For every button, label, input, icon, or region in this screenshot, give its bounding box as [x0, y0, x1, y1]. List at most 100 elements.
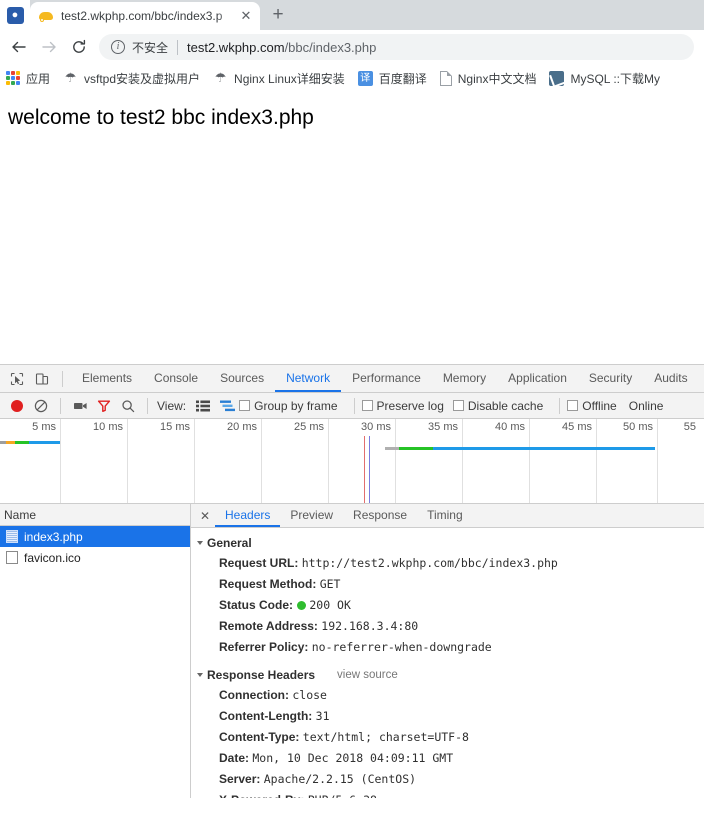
checkbox-group-by-frame[interactable]: Group by frame — [239, 399, 338, 413]
request-name: favicon.ico — [24, 550, 81, 565]
checkbox[interactable] — [361, 400, 373, 411]
tab-preview[interactable]: Preview — [280, 504, 343, 527]
bookmark-apps[interactable]: 应用 — [6, 70, 50, 87]
waterfall-bar — [0, 447, 704, 450]
reload-icon[interactable] — [64, 32, 94, 62]
section-general: General Request URL: http://test2.wkphp.… — [191, 534, 704, 658]
section-header[interactable]: General — [191, 534, 704, 553]
close-icon[interactable]: ✕ — [195, 505, 215, 527]
tab-security[interactable]: Security — [578, 365, 643, 392]
timeline-gridline — [127, 419, 128, 503]
tab-elements[interactable]: Elements — [71, 365, 143, 392]
bookmark-nginx-docs[interactable]: Nginx中文文档 — [439, 70, 536, 87]
waterfall-view-icon[interactable] — [215, 394, 239, 418]
header-row: Content-Length: 31 — [191, 706, 704, 727]
address-bar[interactable]: i 不安全 test2.wkphp.com/bbc/index3.php — [99, 34, 694, 60]
tab-network[interactable]: Network — [275, 365, 341, 392]
header-key: Remote Address: — [219, 619, 318, 633]
checkbox-offline[interactable]: Offline — [567, 399, 617, 413]
devtools-tab-bar: Elements Console Sources Network Perform… — [0, 365, 704, 393]
forward-arrow-icon[interactable] — [34, 32, 64, 62]
tab-timing[interactable]: Timing — [417, 504, 473, 527]
chevron-down-icon — [197, 541, 203, 545]
navigation-bar: i 不安全 test2.wkphp.com/bbc/index3.php — [0, 30, 704, 64]
timeline-tick-label: 20 ms — [227, 421, 257, 433]
header-value: 192.168.3.4:80 — [321, 619, 419, 633]
header-key: Connection: — [219, 688, 289, 702]
timeline-gridline — [60, 419, 61, 503]
browser-window: ● test2.wkphp.com/bbc/index3.p ✕ + i 不安全… — [0, 0, 704, 364]
bookmark-vsftpd[interactable]: ☂ vsftpd安装及虚拟用户 — [63, 70, 200, 87]
header-value: PHP/5.6.38 — [308, 793, 377, 798]
bookmark-baidu-fanyi[interactable]: 译 百度翻译 — [357, 70, 427, 87]
view-source-link[interactable]: view source — [337, 669, 398, 681]
inspect-element-icon[interactable] — [4, 366, 29, 392]
request-row-index3[interactable]: index3.php — [0, 526, 190, 547]
tab-console[interactable]: Console — [143, 365, 209, 392]
screenshot-camera-icon[interactable] — [68, 394, 92, 418]
network-overview-waterfall[interactable]: 5 ms 10 ms 15 ms 20 ms 25 ms 30 ms 35 ms 40 ms 4… — [0, 419, 704, 504]
checkbox[interactable] — [239, 400, 251, 411]
header-row: Content-Type: text/html; charset=UTF-8 — [191, 727, 704, 748]
back-arrow-icon[interactable] — [4, 32, 34, 62]
section-response-headers: Response Headers view source Connection:… — [191, 666, 704, 798]
tab-memory[interactable]: Memory — [432, 365, 497, 392]
header-key: Referrer Policy: — [219, 640, 309, 654]
checkbox[interactable] — [452, 400, 464, 411]
info-circle-icon[interactable]: i — [111, 40, 125, 54]
new-tab-button[interactable]: + — [264, 1, 292, 29]
header-value: 31 — [315, 709, 330, 723]
tab-application[interactable]: Application — [497, 365, 578, 392]
header-value: Apache/2.2.15 (CentOS) — [263, 772, 417, 786]
waterfall-segment — [15, 441, 29, 444]
tab-performance[interactable]: Performance — [341, 365, 432, 392]
timeline-gridline — [395, 419, 396, 503]
tab-response[interactable]: Response — [343, 504, 417, 527]
checkbox-label: Disable cache — [467, 398, 544, 413]
header-value: 200 OK — [309, 598, 351, 612]
bookmark-mysql[interactable]: MySQL ::下载My — [549, 70, 660, 87]
network-toolbar: View: Group by frame Preserve log Disabl… — [0, 393, 704, 419]
device-toolbar-icon[interactable] — [29, 366, 54, 392]
tab-audits[interactable]: Audits — [643, 365, 698, 392]
checkbox[interactable] — [567, 400, 579, 411]
header-key: Date: — [219, 751, 250, 765]
header-key: Content-Length: — [219, 709, 313, 723]
request-list-header[interactable]: Name — [0, 504, 190, 526]
file-icon — [6, 530, 18, 543]
tab-sources[interactable]: Sources — [209, 365, 275, 392]
clear-icon[interactable] — [29, 394, 53, 418]
record-icon[interactable] — [5, 394, 29, 418]
checkbox-preserve-log[interactable]: Preserve log — [361, 399, 444, 413]
tab-headers[interactable]: Headers — [215, 504, 280, 527]
request-detail-pane: ✕ Headers Preview Response Timing Genera… — [191, 504, 704, 798]
request-row-favicon[interactable]: favicon.ico — [0, 547, 190, 568]
header-row: Referrer Policy: no-referrer-when-downgr… — [191, 637, 704, 658]
bookmark-nginx-linux[interactable]: ☂ Nginx Linux详细安装 — [213, 70, 345, 87]
list-view-icon[interactable] — [191, 394, 215, 418]
checkbox-disable-cache[interactable]: Disable cache — [452, 398, 544, 413]
header-key: Server: — [219, 772, 261, 786]
divider — [559, 397, 561, 414]
close-icon[interactable]: ✕ — [238, 8, 254, 24]
timeline-tick-label: 55 — [683, 421, 696, 433]
throttling-select[interactable]: Online — [629, 399, 664, 413]
load-event-line — [369, 436, 370, 503]
timeline-tick-label: 40 ms — [495, 421, 525, 433]
waterfall-bar — [0, 441, 704, 444]
header-key: Request Method: — [219, 577, 317, 591]
section-header[interactable]: Response Headers view source — [191, 666, 704, 685]
tab-strip: ● test2.wkphp.com/bbc/index3.p ✕ + — [0, 0, 704, 30]
request-name: index3.php — [24, 529, 83, 544]
browser-tab[interactable]: test2.wkphp.com/bbc/index3.p ✕ — [30, 2, 260, 30]
search-icon[interactable] — [116, 394, 140, 418]
url-domain: test2.wkphp.com — [187, 39, 285, 55]
request-list: Name index3.php favicon.ico — [0, 504, 191, 798]
header-key: X-Powered-By: — [219, 793, 304, 798]
omnibox-divider — [177, 39, 179, 55]
filter-funnel-icon[interactable] — [92, 394, 116, 418]
network-icon: ☂ — [214, 70, 227, 85]
detail-tab-bar: ✕ Headers Preview Response Timing — [191, 504, 704, 528]
timeline-tick-label: 5 ms — [32, 421, 56, 433]
timeline-ruler: 5 ms 10 ms 15 ms 20 ms 25 ms 30 ms 35 ms 40 ms 4… — [0, 419, 704, 503]
